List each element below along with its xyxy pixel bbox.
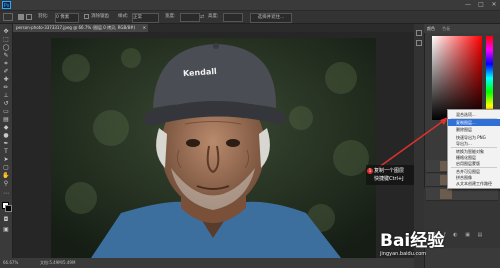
style-select[interactable]: 正常 <box>132 13 159 23</box>
more-tools-icon[interactable]: ⋯ <box>2 190 10 197</box>
brush-tool-icon[interactable]: ✏ <box>2 84 10 91</box>
healing-brush-tool-icon[interactable]: ✚ <box>2 76 10 83</box>
status-bar: 66.67% 文档:5.49M/5.49M <box>0 258 414 268</box>
shape-tool-icon[interactable]: ▢ <box>2 164 10 171</box>
background-color-swatch[interactable] <box>5 205 12 212</box>
tip-line-2: 快捷键Ctrl+J <box>374 176 404 182</box>
selection-mode-add-icon[interactable] <box>26 14 32 20</box>
history-panel-icon[interactable] <box>416 30 422 36</box>
menu-bar: Ps — □ ✕ <box>0 0 500 11</box>
move-tool-icon[interactable]: ✥ <box>2 28 10 35</box>
baidu-jingyan-watermark: Bai经验 jingyan.baidu.com <box>380 226 444 257</box>
path-select-tool-icon[interactable]: ➤ <box>2 156 10 163</box>
hand-tool-icon[interactable]: ✋ <box>2 172 10 179</box>
menu-item-create-work-path[interactable]: 从文本创建工作路径 <box>448 180 500 187</box>
tab-swatches[interactable]: 色板 <box>442 26 450 31</box>
eyedropper-tool-icon[interactable]: ✐ <box>2 68 10 75</box>
layer-context-menu: 混合选项... 复制图层... 删除图层 快速导出为 PNG 导出为... 转换… <box>447 109 500 189</box>
crop-tool-icon[interactable]: ⌗ <box>2 60 10 67</box>
minimize-button[interactable]: — <box>462 0 474 10</box>
history-brush-tool-icon[interactable]: ↺ <box>2 100 10 107</box>
close-document-icon[interactable]: ✕ <box>143 24 146 32</box>
tools-panel: ✥ ⬚ ◯ ✎ ⌗ ✐ ✚ ✏ ⊥ ↺ ▭ ▤ ◆ ● ✒ T ➤ ▢ ✋ ⚲ … <box>0 24 13 258</box>
height-label: 高度: <box>208 14 219 19</box>
gradient-tool-icon[interactable]: ▤ <box>2 116 10 123</box>
hue-slider[interactable] <box>486 36 493 120</box>
options-bar: 羽化: 0 像素 消除锯齿 样式: 正常 宽度: ⇄ 高度: 选择并遮住... <box>0 11 500 24</box>
document-tab[interactable]: person-photo-3373317.jpeg @ 66.7% (图层 0 … <box>13 24 148 32</box>
pen-tool-icon[interactable]: ✒ <box>2 140 10 147</box>
feather-input[interactable]: 0 像素 <box>55 13 79 23</box>
menu-item-export-as[interactable]: 导出为... <box>448 140 500 147</box>
selection-mode-new-icon[interactable] <box>18 14 24 20</box>
dodge-tool-icon[interactable]: ● <box>2 132 10 139</box>
screen-mode-icon[interactable]: ▣ <box>2 226 10 233</box>
menu-item-blending-options[interactable]: 混合选项... <box>448 111 500 118</box>
marquee-tool-icon[interactable]: ⬚ <box>2 36 10 43</box>
maximize-button[interactable]: □ <box>475 0 487 10</box>
quick-mask-icon[interactable]: ◘ <box>2 216 10 223</box>
clone-stamp-tool-icon[interactable]: ⊥ <box>2 92 10 99</box>
document-tab-title: person-photo-3373317.jpeg @ 66.7% (图层 0 … <box>16 25 136 30</box>
close-window-button[interactable]: ✕ <box>488 0 500 10</box>
layer-thumbnail <box>440 189 452 199</box>
step-number-badge: 1 <box>367 168 373 174</box>
menu-item-enable-layer-mask[interactable]: 启用图层蒙版 <box>448 160 500 167</box>
document-size[interactable]: 文档:5.49M/5.49M <box>40 258 75 268</box>
eraser-tool-icon[interactable]: ▭ <box>2 108 10 115</box>
feather-label: 羽化: <box>38 14 49 19</box>
watermark-url: jingyan.baidu.com <box>380 251 427 257</box>
layer-row[interactable] <box>426 188 498 201</box>
select-and-mask-button[interactable]: 选择并遮住... <box>250 13 292 23</box>
swap-icon[interactable]: ⇄ <box>200 14 204 20</box>
style-label: 样式: <box>118 14 129 19</box>
tip-callout: 复制一个图层 快捷键Ctrl+J <box>366 165 414 185</box>
properties-panel-icon[interactable] <box>416 40 422 46</box>
tab-color[interactable]: 颜色 <box>427 26 435 31</box>
watermark-brand: Bai经验 <box>380 231 445 251</box>
antialias-checkbox[interactable] <box>84 14 89 19</box>
zoom-tool-icon[interactable]: ⚲ <box>2 180 10 187</box>
width-label: 宽度: <box>165 14 176 19</box>
color-panel-tabs: 颜色 色板 <box>424 24 500 33</box>
height-input[interactable] <box>223 13 243 22</box>
portrait-photo: Kendall <box>51 38 376 258</box>
photoshop-logo[interactable]: Ps <box>2 1 11 9</box>
menu-item-delete-layer[interactable]: 删除图层 <box>448 126 500 133</box>
menu-item-duplicate-layer[interactable]: 复制图层... <box>448 119 500 126</box>
color-picker-field[interactable] <box>432 36 482 120</box>
tip-line-1: 复制一个图层 <box>374 168 405 174</box>
quick-select-tool-icon[interactable]: ✎ <box>2 52 10 59</box>
marquee-tool-preset-icon[interactable] <box>3 13 13 21</box>
blur-tool-icon[interactable]: ◆ <box>2 124 10 131</box>
lasso-tool-icon[interactable]: ◯ <box>2 44 10 51</box>
width-input[interactable] <box>180 13 200 22</box>
zoom-level[interactable]: 66.67% <box>3 258 18 268</box>
antialias-label: 消除锯齿 <box>91 14 109 19</box>
type-tool-icon[interactable]: T <box>2 148 10 155</box>
